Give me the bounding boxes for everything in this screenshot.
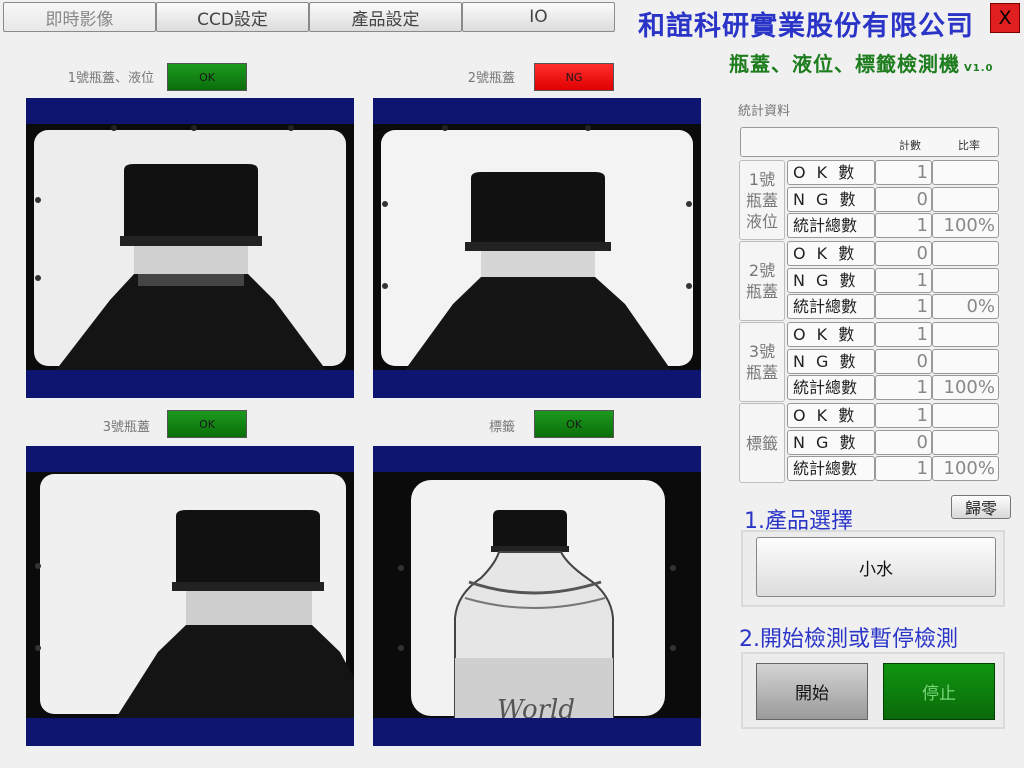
tab-live-image[interactable]: 即時影像 xyxy=(3,2,156,32)
camera-3-view xyxy=(26,446,354,746)
stats-ratio: 100% xyxy=(932,456,999,481)
stats-header: 計數 比率 xyxy=(740,127,999,157)
stats-ratio xyxy=(932,430,999,455)
camera-1-view xyxy=(26,98,354,398)
stats-label: 統計總數 xyxy=(787,294,875,319)
stats-label: O K 數 xyxy=(787,322,875,347)
stats-count: 1 xyxy=(875,268,932,293)
tab-product-settings[interactable]: 產品設定 xyxy=(309,2,462,32)
camera-1-status: OK xyxy=(167,63,247,91)
stats-ratio xyxy=(932,268,999,293)
stats-count: 1 xyxy=(875,160,932,185)
stats-label: N G 數 xyxy=(787,268,875,293)
svg-text:World: World xyxy=(497,695,575,718)
stats-count: 0 xyxy=(875,187,932,212)
camera-4-view: World xyxy=(373,446,701,746)
stats-count: 1 xyxy=(875,456,932,481)
stats-count: 0 xyxy=(875,349,932,374)
stats-group-4-label: 標籤 xyxy=(739,403,785,483)
stats-count: 0 xyxy=(875,430,932,455)
stats-label: N G 數 xyxy=(787,349,875,374)
stats-group-2-label: 2號 瓶蓋 xyxy=(739,241,785,321)
stats-count: 1 xyxy=(875,213,932,238)
stats-ratio xyxy=(932,187,999,212)
stats-ratio xyxy=(932,241,999,266)
tab-io[interactable]: IO xyxy=(462,2,615,32)
stats-count: 1 xyxy=(875,322,932,347)
stats-count: 0 xyxy=(875,241,932,266)
camera-1-label: 1號瓶蓋、液位 xyxy=(67,71,154,86)
stats-ratio: 100% xyxy=(932,213,999,238)
camera-3-label: 3號瓶蓋 xyxy=(102,420,150,435)
stats-label: 統計總數 xyxy=(787,456,875,481)
count-column-header: 計數 xyxy=(899,139,921,152)
camera-2-status: NG xyxy=(534,63,614,91)
stats-ratio xyxy=(932,160,999,185)
stats-ratio: 100% xyxy=(932,375,999,400)
stats-label: O K 數 xyxy=(787,241,875,266)
camera-1-image xyxy=(26,124,354,370)
product-select-button[interactable]: 小水 xyxy=(756,537,996,597)
camera-2-image xyxy=(373,124,701,370)
stats-ratio xyxy=(932,349,999,374)
stats-label: N G 數 xyxy=(787,187,875,212)
close-button[interactable]: X xyxy=(990,3,1020,33)
stats-label: O K 數 xyxy=(787,403,875,428)
camera-3-image xyxy=(26,472,354,718)
reset-button[interactable]: 歸零 xyxy=(951,495,1011,519)
stats-label: 統計總數 xyxy=(787,213,875,238)
stats-count: 1 xyxy=(875,403,932,428)
stats-title: 統計資料 xyxy=(738,104,791,119)
start-button[interactable]: 開始 xyxy=(756,663,868,720)
stats-label: N G 數 xyxy=(787,430,875,455)
stats-ratio: 0% xyxy=(932,294,999,319)
camera-4-image: World xyxy=(373,472,701,718)
stats-ratio xyxy=(932,322,999,347)
ratio-column-header: 比率 xyxy=(958,139,980,152)
stats-label: O K 數 xyxy=(787,160,875,185)
control-section-title: 2.開始檢測或暫停檢測 xyxy=(739,627,958,652)
camera-4-status: OK xyxy=(534,410,614,438)
stats-group-3-label: 3號 瓶蓋 xyxy=(739,322,785,402)
tab-ccd-settings[interactable]: CCD設定 xyxy=(156,2,309,32)
stats-count: 1 xyxy=(875,375,932,400)
version-label: V1.0 xyxy=(964,63,994,74)
stats-group-1-label: 1號 瓶蓋 液位 xyxy=(739,160,785,240)
company-name: 和誼科研實業股份有限公司 xyxy=(638,11,974,42)
stop-button[interactable]: 停止 xyxy=(883,663,995,720)
stats-ratio xyxy=(932,403,999,428)
camera-4-label: 標籤 xyxy=(488,420,515,435)
machine-title-text: 瓶蓋、液位、標籤檢測機 xyxy=(729,52,960,76)
camera-2-label: 2號瓶蓋 xyxy=(467,71,515,86)
camera-3-status: OK xyxy=(167,410,247,438)
stats-count: 1 xyxy=(875,294,932,319)
stats-label: 統計總數 xyxy=(787,375,875,400)
camera-2-view xyxy=(373,98,701,398)
machine-title: 瓶蓋、液位、標籤檢測機 V1.0 xyxy=(729,48,993,77)
